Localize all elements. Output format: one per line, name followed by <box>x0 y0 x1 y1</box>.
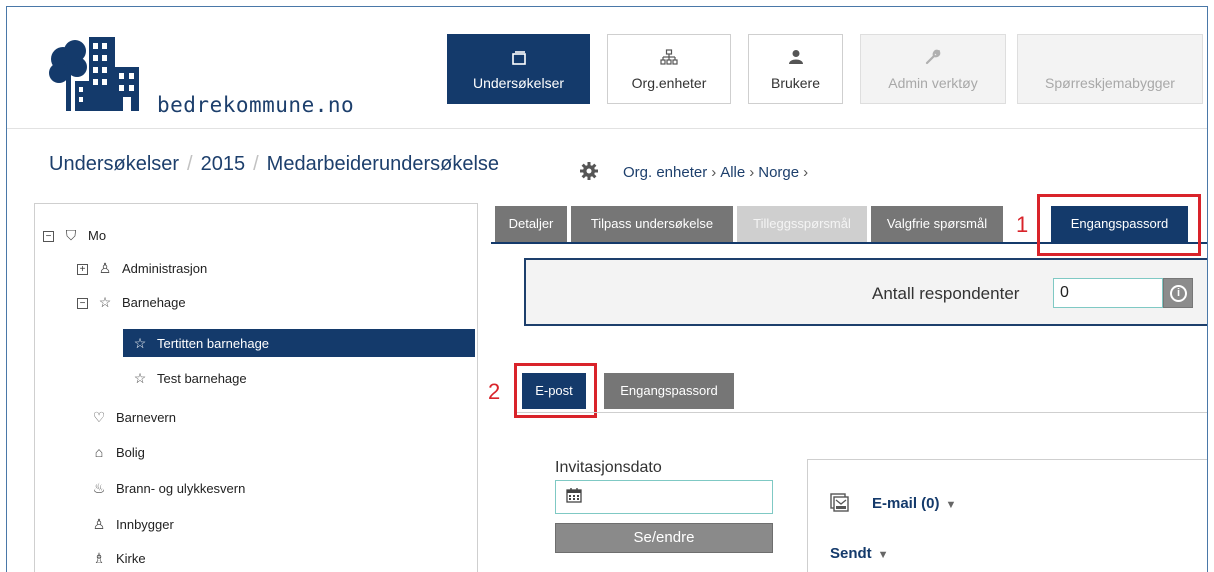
tree-node-bolig[interactable]: ⌂ Bolig <box>90 438 145 466</box>
respondents-count-input[interactable] <box>1053 278 1163 308</box>
children-icon: ☆ <box>133 335 147 351</box>
people-icon: ♙ <box>98 260 112 276</box>
email-panel: E-mail (0) ▼ Sendt ▼ <box>807 459 1207 572</box>
respondents-label: Antall respondenter <box>872 284 1020 303</box>
breadcrumb-item[interactable]: Medarbeiderundersøkelse <box>267 153 499 175</box>
annotation-number: 2 <box>488 379 501 404</box>
nav-button-label: Undersøkelser <box>472 75 565 91</box>
nav-button-label: Spørreskjemabygger <box>1045 75 1175 91</box>
org-path: Org. enheter › Alle › Norge › <box>623 164 812 181</box>
org-path-item[interactable]: Org. enheter <box>623 164 707 181</box>
care-icon: ♡ <box>92 409 106 425</box>
nav-button-admin-verktoy[interactable]: Admin verktøy <box>860 34 1006 104</box>
house-icon: ⌂ <box>94 444 104 460</box>
info-button[interactable]: i <box>1163 278 1193 308</box>
shield-icon: ⛉ <box>65 227 77 243</box>
breadcrumb: Undersøkelser/2015/Medarbeiderundersøkel… <box>49 153 500 175</box>
expand-icon[interactable]: + <box>77 264 88 276</box>
gear-icon[interactable] <box>579 161 599 181</box>
citizens-icon: ♙ <box>92 516 106 532</box>
subtab-underline <box>517 412 1207 413</box>
app-window: bedrekommune.no Undersøkelser Org.enhete… <box>6 6 1208 572</box>
children-icon: ☆ <box>133 370 147 386</box>
tree-node-innbygger[interactable]: ♙ Innbygger <box>90 510 174 538</box>
org-tree: − ⛉ Mo + ♙ Administrasjon − ☆ Barnehage ☆ Terti… <box>34 203 478 572</box>
nav-button-sporreskjemabygger[interactable]: Spørreskjemabygger <box>1017 34 1203 104</box>
collapse-icon[interactable]: − <box>43 231 54 243</box>
email-count-dropdown[interactable]: E-mail (0) ▼ <box>872 495 956 512</box>
tab-tilpass-undersokelse[interactable]: Tilpass undersøkelse <box>571 206 733 242</box>
collapse-icon[interactable]: − <box>77 298 88 310</box>
app-header: bedrekommune.no Undersøkelser Org.enhete… <box>7 7 1207 129</box>
nav-button-label: Admin verktøy <box>888 75 978 91</box>
tree-node-barnevern[interactable]: ♡ Barnevern <box>90 403 176 431</box>
chevron-right-icon: › <box>803 164 809 181</box>
church-icon: ♗ <box>92 550 106 566</box>
org-path-item[interactable]: Norge <box>758 164 799 181</box>
tree-node-brann-og-ulykkesvern[interactable]: ♨ Brann- og ulykkesvern <box>90 474 246 502</box>
subtab-engangspassord[interactable]: Engangspassord <box>604 373 734 409</box>
respondents-panel: Antall respondenter i <box>524 258 1207 326</box>
children-icon: ☆ <box>98 294 112 310</box>
nav-button-label: Brukere <box>770 75 821 91</box>
caret-down-icon: ▼ <box>877 549 889 561</box>
email-list-icon <box>830 493 849 512</box>
calendar-icon[interactable] <box>566 487 582 503</box>
window-icon <box>448 46 589 72</box>
tree-node-mo[interactable]: − ⛉ Mo <box>43 221 106 249</box>
org-path-item[interactable]: Alle <box>720 164 745 181</box>
org-chart-icon <box>608 46 730 72</box>
se-endre-button[interactable]: Se/endre <box>555 523 773 553</box>
invitation-date-input[interactable] <box>555 480 773 514</box>
nav-button-label: Org.enheter <box>631 75 707 91</box>
annotation-number: 1 <box>1016 212 1029 237</box>
wrench-icon <box>861 46 1005 72</box>
fire-icon: ♨ <box>92 480 106 496</box>
tree-node-administrasjon[interactable]: + ♙ Administrasjon <box>77 254 207 282</box>
city-logo-icon <box>49 37 139 111</box>
tab-valgfrie-sporsmal[interactable]: Valgfrie spørsmål <box>871 206 1003 242</box>
nav-button-org-enheter[interactable]: Org.enheter <box>607 34 731 104</box>
chevron-right-icon: › <box>749 164 755 181</box>
breadcrumb-item[interactable]: 2015 <box>201 153 246 175</box>
info-icon: i <box>1170 285 1187 302</box>
user-icon <box>749 46 842 72</box>
breadcrumb-item[interactable]: Undersøkelser <box>49 153 179 175</box>
tree-node-barnehage[interactable]: − ☆ Barnehage <box>77 288 186 316</box>
invitation-date-label: Invitasjonsdato <box>555 459 662 476</box>
caret-down-icon: ▼ <box>945 499 957 511</box>
nav-button-undersokelser[interactable]: Undersøkelser <box>447 34 590 104</box>
sent-dropdown[interactable]: Sendt ▼ <box>830 545 889 562</box>
tree-node-test-barnehage[interactable]: ☆ Test barnehage <box>131 364 247 392</box>
tree-node-kirke[interactable]: ♗ Kirke <box>90 544 146 572</box>
tab-detaljer[interactable]: Detaljer <box>495 206 567 242</box>
chevron-right-icon: › <box>711 164 717 181</box>
nav-button-brukere[interactable]: Brukere <box>748 34 843 104</box>
annotation-highlight-box <box>1037 194 1201 256</box>
subtab-e-post[interactable]: E-post <box>522 373 586 409</box>
brand-name: bedrekommune.no <box>157 93 355 117</box>
tree-node-tertitten-barnehage[interactable]: ☆ Tertitten barnehage <box>123 329 475 357</box>
tab-tilleggssporsmal[interactable]: Tilleggsspørsmål <box>737 206 867 242</box>
